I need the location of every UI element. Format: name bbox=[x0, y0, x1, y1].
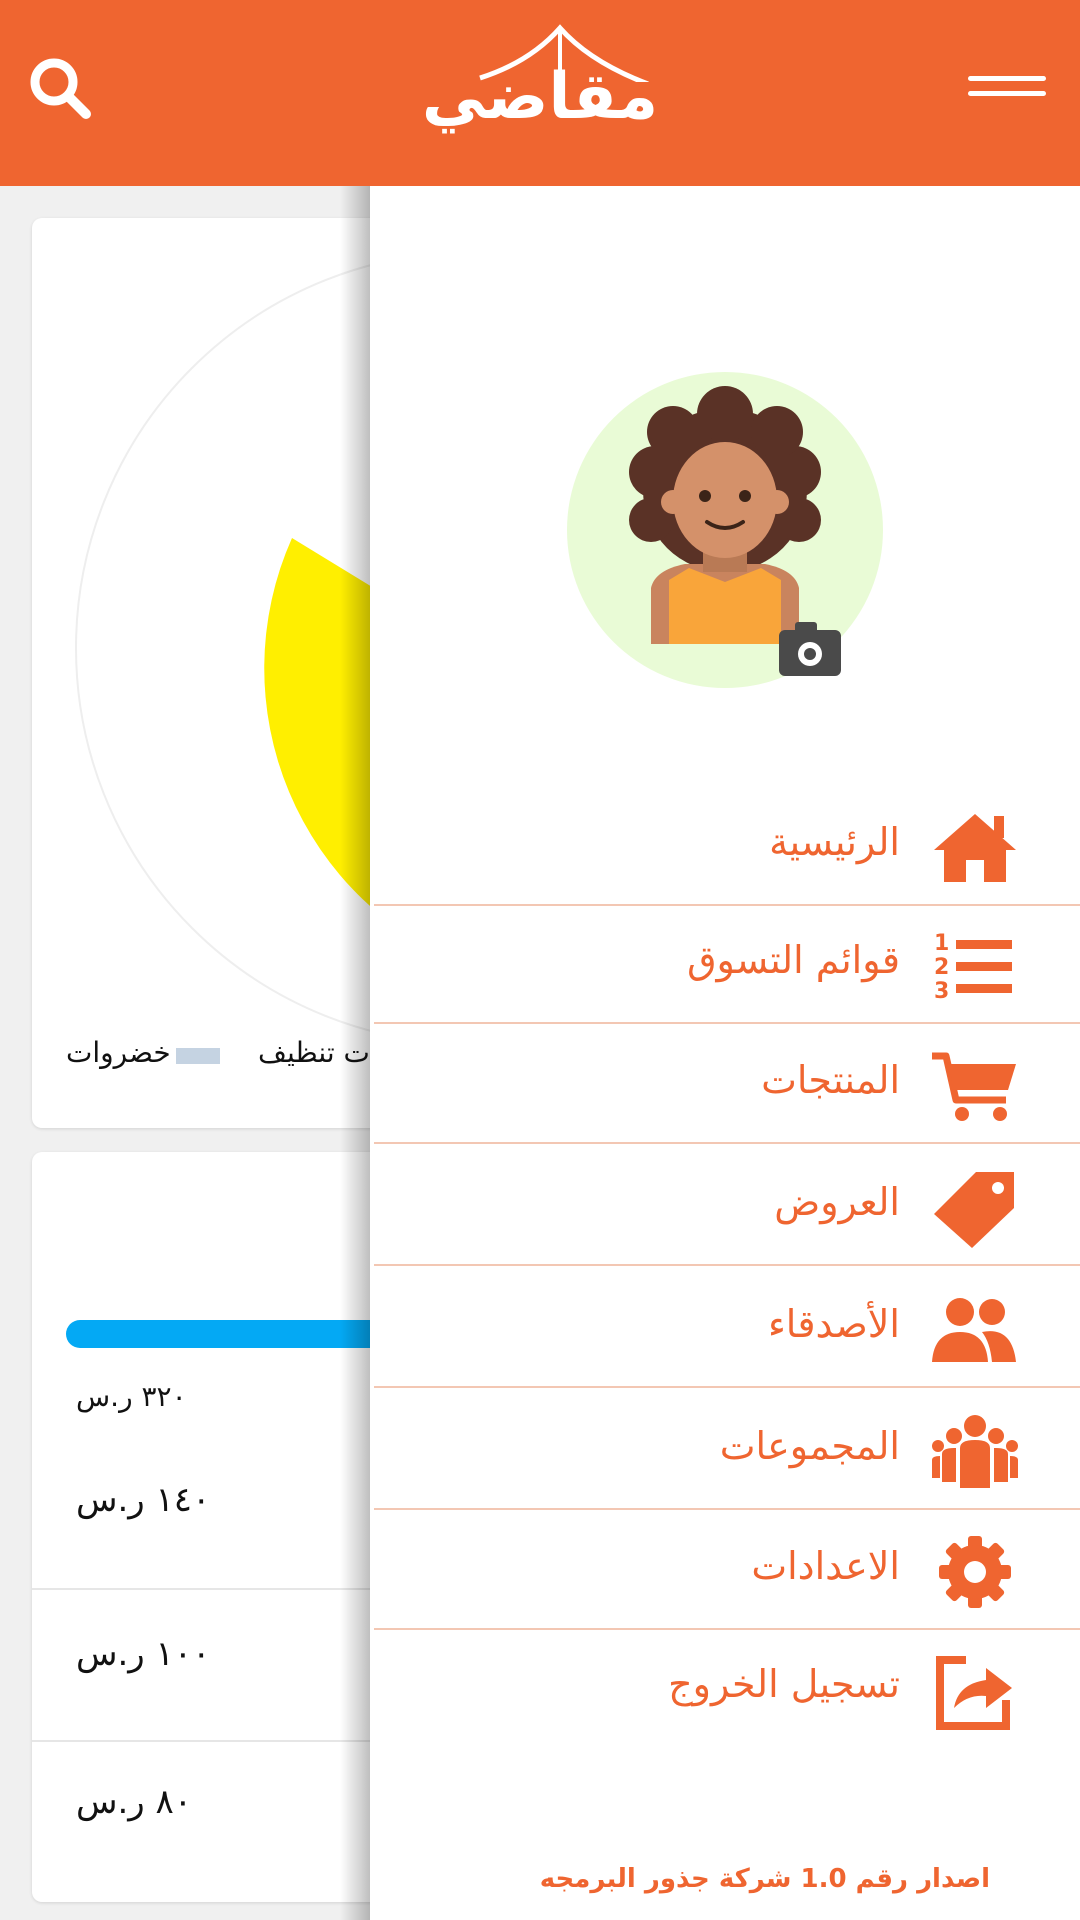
price-row: ١٠٠ ر.س bbox=[76, 1634, 211, 1674]
price-row: ٨٠ ر.س bbox=[76, 1782, 193, 1822]
search-button[interactable] bbox=[24, 52, 96, 124]
menu-item-label: العروض bbox=[774, 1180, 900, 1224]
cart-icon bbox=[932, 1052, 1016, 1121]
logo-text: مقاضي bbox=[421, 60, 659, 134]
numbered-list-icon: 1 2 3 bbox=[934, 931, 1012, 1004]
drawer-shadow bbox=[340, 186, 370, 1920]
menu-item-logout[interactable]: تسجيل الخروج bbox=[370, 1630, 1080, 1748]
app-logo: مقاضي bbox=[420, 22, 660, 152]
legend-swatch-vegetables bbox=[176, 1048, 220, 1064]
menu-item-label: الأصدقاء bbox=[767, 1302, 900, 1346]
menu-item-label: المنتجات bbox=[761, 1058, 900, 1102]
svg-text:1: 1 bbox=[934, 931, 949, 956]
menu-divider bbox=[374, 1264, 1080, 1266]
gear-icon bbox=[939, 1536, 1011, 1608]
tag-icon bbox=[934, 1172, 1014, 1248]
avatar-icon bbox=[567, 372, 883, 688]
menu-divider bbox=[374, 1508, 1080, 1510]
svg-text:3: 3 bbox=[934, 979, 949, 1004]
groups-icon bbox=[932, 1415, 1018, 1488]
menu-item-label: الاعدادات bbox=[751, 1544, 900, 1588]
menu-divider bbox=[374, 1386, 1080, 1388]
friends-icon bbox=[932, 1298, 1016, 1362]
menu-item-shopping-lists[interactable]: قوائم التسوق 1 2 3 bbox=[370, 906, 1080, 1024]
menu-item-home[interactable]: الرئيسية bbox=[370, 788, 1080, 906]
menu-item-settings[interactable]: الاعدادات bbox=[370, 1512, 1080, 1630]
profile-avatar[interactable] bbox=[555, 372, 895, 692]
menu-divider bbox=[374, 1142, 1080, 1144]
menu-item-label: تسجيل الخروج bbox=[668, 1662, 900, 1706]
price-row: ١٤٠ ر.س bbox=[76, 1480, 211, 1520]
home-icon bbox=[934, 814, 1016, 882]
menu-item-friends[interactable]: الأصدقاء bbox=[370, 1270, 1080, 1388]
app-header: مقاضي bbox=[0, 0, 1080, 186]
menu-item-groups[interactable]: المجموعات bbox=[370, 1392, 1080, 1510]
menu-divider bbox=[374, 1022, 1080, 1024]
svg-text:2: 2 bbox=[934, 955, 949, 980]
price-total: ٣٢٠ ر.س bbox=[76, 1380, 187, 1413]
navigation-drawer: الرئيسية قوائم التسوق 1 2 3 المنتجات الع… bbox=[370, 186, 1080, 1920]
menu-item-products[interactable]: المنتجات bbox=[370, 1026, 1080, 1144]
menu-item-label: الرئيسية bbox=[769, 820, 900, 864]
logout-icon bbox=[936, 1656, 1012, 1730]
menu-item-label: المجموعات bbox=[719, 1424, 900, 1468]
menu-item-label: قوائم التسوق bbox=[687, 938, 900, 982]
search-icon bbox=[30, 58, 91, 119]
legend-label-vegetables: خضروات bbox=[66, 1036, 171, 1069]
version-text: اصدار رقم 1.0 شركة جذور البرمجه bbox=[539, 1864, 990, 1894]
menu-item-offers[interactable]: العروض bbox=[370, 1148, 1080, 1266]
hamburger-menu-button[interactable] bbox=[960, 66, 1050, 116]
